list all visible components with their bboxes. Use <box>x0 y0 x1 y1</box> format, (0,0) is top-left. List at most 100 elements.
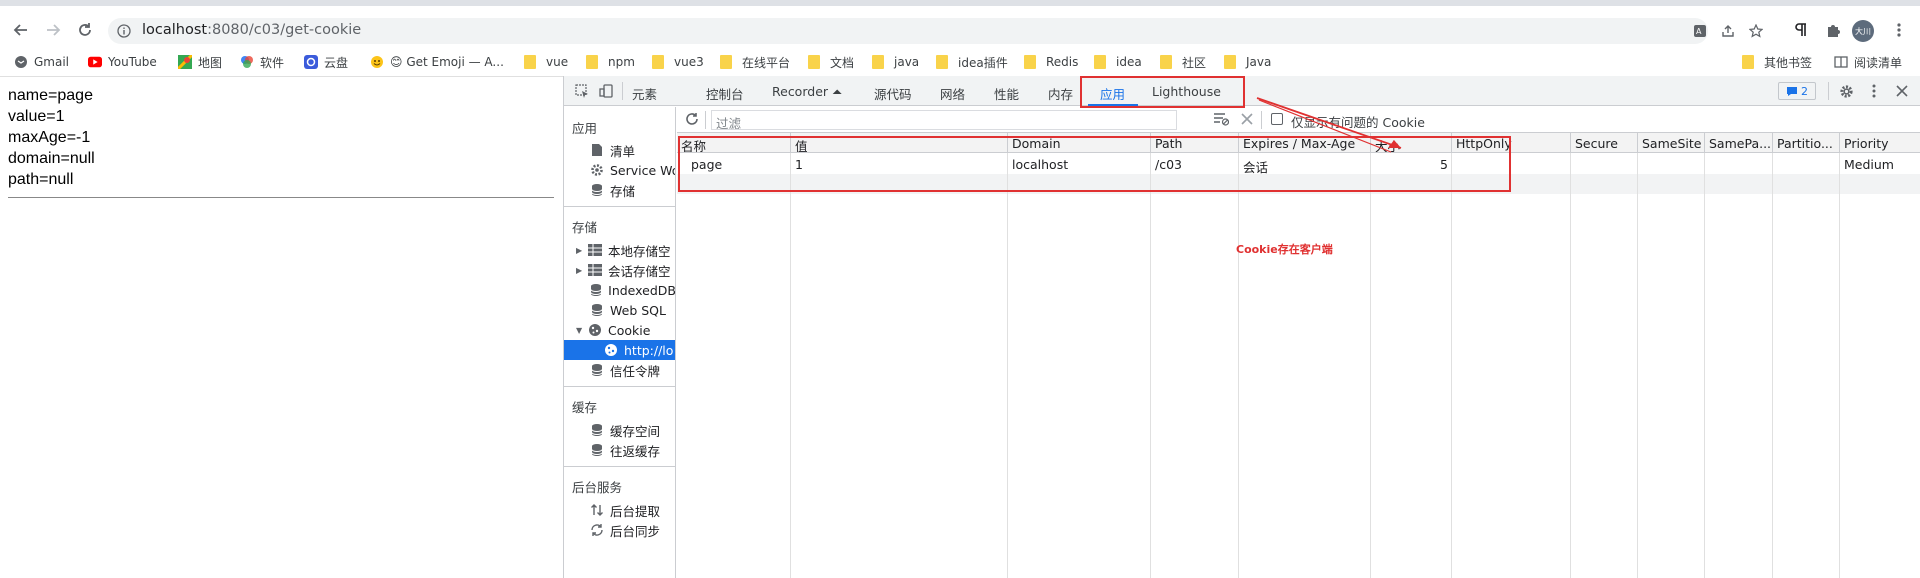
page-line: path=null <box>8 171 74 188</box>
tab-network[interactable]: 网络 <box>940 84 965 103</box>
bookmark-youtube[interactable]: YouTube <box>88 53 157 71</box>
bookmark-maps[interactable]: 地图 <box>178 53 222 71</box>
forward-icon[interactable] <box>42 19 64 41</box>
bookmark-folder-java[interactable]: java <box>872 53 919 71</box>
page-content: name=page value=1 maxAge=-1 domain=null … <box>0 76 563 578</box>
profile-avatar[interactable]: 大川 <box>1852 20 1874 42</box>
bookmark-label: YouTube <box>108 55 157 69</box>
bookmark-folder-community[interactable]: 社区 <box>1160 53 1206 71</box>
back-icon[interactable] <box>10 19 32 41</box>
tab-elements[interactable]: 元素 <box>632 84 657 103</box>
inspect-element-icon[interactable] <box>574 83 590 99</box>
bookmark-folder-idea-plugins[interactable]: idea插件 <box>936 53 1008 71</box>
expand-arrow-icon[interactable]: ▶ <box>576 246 586 255</box>
bookmark-folder-java2[interactable]: Java <box>1224 53 1271 71</box>
site-info-icon[interactable] <box>116 23 132 39</box>
expand-arrow-icon[interactable]: ▶ <box>576 266 586 275</box>
cloud-icon <box>304 55 318 69</box>
sidebar-divider <box>564 466 675 467</box>
cookie-table: 名称 值 Domain Path Expires / Max-Age 大小 Ht… <box>677 133 1920 578</box>
collapse-arrow-icon[interactable]: ▼ <box>576 326 586 335</box>
reload-icon[interactable] <box>74 19 96 41</box>
clear-all-icon[interactable] <box>1241 113 1253 125</box>
column-header-partition-key[interactable]: Partitio... <box>1773 133 1840 153</box>
sidebar-item-cookie-origin[interactable]: http://lo <box>564 340 675 360</box>
bookmark-label: vue <box>546 55 569 69</box>
sidebar-item-local-storage[interactable]: ▶ 本地存储空 <box>564 240 675 260</box>
device-toolbar-icon[interactable] <box>598 83 614 99</box>
page-line: maxAge=-1 <box>8 129 91 146</box>
cell-partition-key <box>1773 154 1840 174</box>
annotation-arrow <box>1256 97 1402 153</box>
column-header-priority[interactable]: Priority <box>1840 133 1920 153</box>
bookmark-folder-vue3[interactable]: vue3 <box>652 53 704 71</box>
bookmark-apps[interactable]: 软件 <box>240 53 284 71</box>
tab-performance[interactable]: 性能 <box>994 84 1019 103</box>
bookmark-folder-npm[interactable]: npm <box>586 53 635 71</box>
divider <box>8 197 554 198</box>
address-bar[interactable]: localhost:8080/c03/get-cookie A <box>108 18 1763 44</box>
cell-samesite <box>1638 154 1705 174</box>
sidebar-item-bfcache[interactable]: 往返缓存 <box>564 440 675 460</box>
tab-recorder[interactable]: Recorder ⏶ <box>772 84 842 100</box>
folder-icon <box>936 55 948 69</box>
reading-list[interactable]: 阅读清单 <box>1834 53 1902 71</box>
more-options-icon[interactable] <box>1866 83 1882 99</box>
database-icon <box>590 363 604 377</box>
toolbar-divider <box>622 82 623 100</box>
column-divider <box>1570 153 1571 578</box>
tab-console[interactable]: 控制台 <box>706 84 744 103</box>
bookmark-folder-docs[interactable]: 文档 <box>808 53 854 71</box>
document-icon <box>590 143 604 157</box>
cookie-icon <box>588 323 602 337</box>
sidebar-item-background-fetch[interactable]: 后台提取 <box>564 500 675 520</box>
bookmark-cloud[interactable]: 云盘 <box>304 53 348 71</box>
bookmark-folder-redis[interactable]: Redis <box>1024 53 1078 71</box>
bookmark-other[interactable]: 其他书签 <box>1742 53 1812 71</box>
extension-pilcrow-icon[interactable] <box>1792 21 1810 39</box>
sidebar-item-cache-storage[interactable]: 缓存空间 <box>564 420 675 440</box>
bookmark-label: 阅读清单 <box>1854 55 1903 70</box>
column-divider <box>1704 153 1705 578</box>
chrome-menu-icon[interactable] <box>1890 21 1908 39</box>
database-icon <box>590 283 602 297</box>
sidebar-item-cookies[interactable]: ▼ Cookie <box>564 320 675 340</box>
arrows-updown-icon <box>590 503 604 517</box>
sidebar-item-label: http://lo <box>624 342 674 358</box>
clear-filtered-icon[interactable] <box>1213 112 1229 126</box>
column-header-sameparty[interactable]: SamePa... <box>1705 133 1773 153</box>
bookmark-folder-vue[interactable]: vue <box>524 53 568 71</box>
tab-memory[interactable]: 内存 <box>1048 84 1073 103</box>
issues-button[interactable]: 2 <box>1778 82 1816 100</box>
sidebar-item-label: 会话存储空 <box>608 263 671 279</box>
sidebar-item-service-workers[interactable]: Service Wo <box>564 160 675 180</box>
sidebar-item-label: 往返缓存 <box>610 443 661 459</box>
bookmark-star-icon[interactable] <box>1748 23 1764 39</box>
bookmark-label: 文档 <box>830 55 855 70</box>
sidebar-item-session-storage[interactable]: ▶ 会话存储空 <box>564 260 675 280</box>
bookmark-folder-online[interactable]: 在线平台 <box>720 53 790 71</box>
bookmark-get-emoji[interactable]: 😊 Get Emoji — A... <box>370 53 504 71</box>
sidebar-item-indexeddb[interactable]: IndexedDB <box>564 280 675 300</box>
refresh-icon[interactable] <box>685 112 699 126</box>
filter-input[interactable]: 过滤 <box>711 110 1177 131</box>
column-header-secure[interactable]: Secure <box>1571 133 1638 153</box>
folder-icon <box>808 55 820 69</box>
folder-icon <box>586 55 598 69</box>
share-icon[interactable] <box>1720 23 1736 39</box>
bookmark-label: 😊 Get Emoji — A... <box>390 55 504 69</box>
sidebar-item-web-sql[interactable]: Web SQL <box>564 300 675 320</box>
column-header-samesite[interactable]: SameSite <box>1638 133 1705 153</box>
tab-sources[interactable]: 源代码 <box>874 84 912 103</box>
settings-gear-icon[interactable] <box>1838 83 1854 99</box>
close-devtools-icon[interactable] <box>1894 83 1910 99</box>
bookmark-folder-idea[interactable]: idea <box>1094 53 1142 71</box>
translate-icon[interactable]: A <box>1692 23 1708 39</box>
sidebar-item-storage[interactable]: 存储 <box>564 180 675 200</box>
bookmark-gmail[interactable]: Gmail <box>14 53 69 71</box>
extensions-puzzle-icon[interactable] <box>1824 21 1842 39</box>
sidebar-item-trust-tokens[interactable]: 信任令牌 <box>564 360 675 380</box>
sidebar-item-label: 后台同步 <box>610 523 661 539</box>
sidebar-item-background-sync[interactable]: 后台同步 <box>564 520 675 540</box>
sidebar-item-manifest[interactable]: 清单 <box>564 140 675 160</box>
